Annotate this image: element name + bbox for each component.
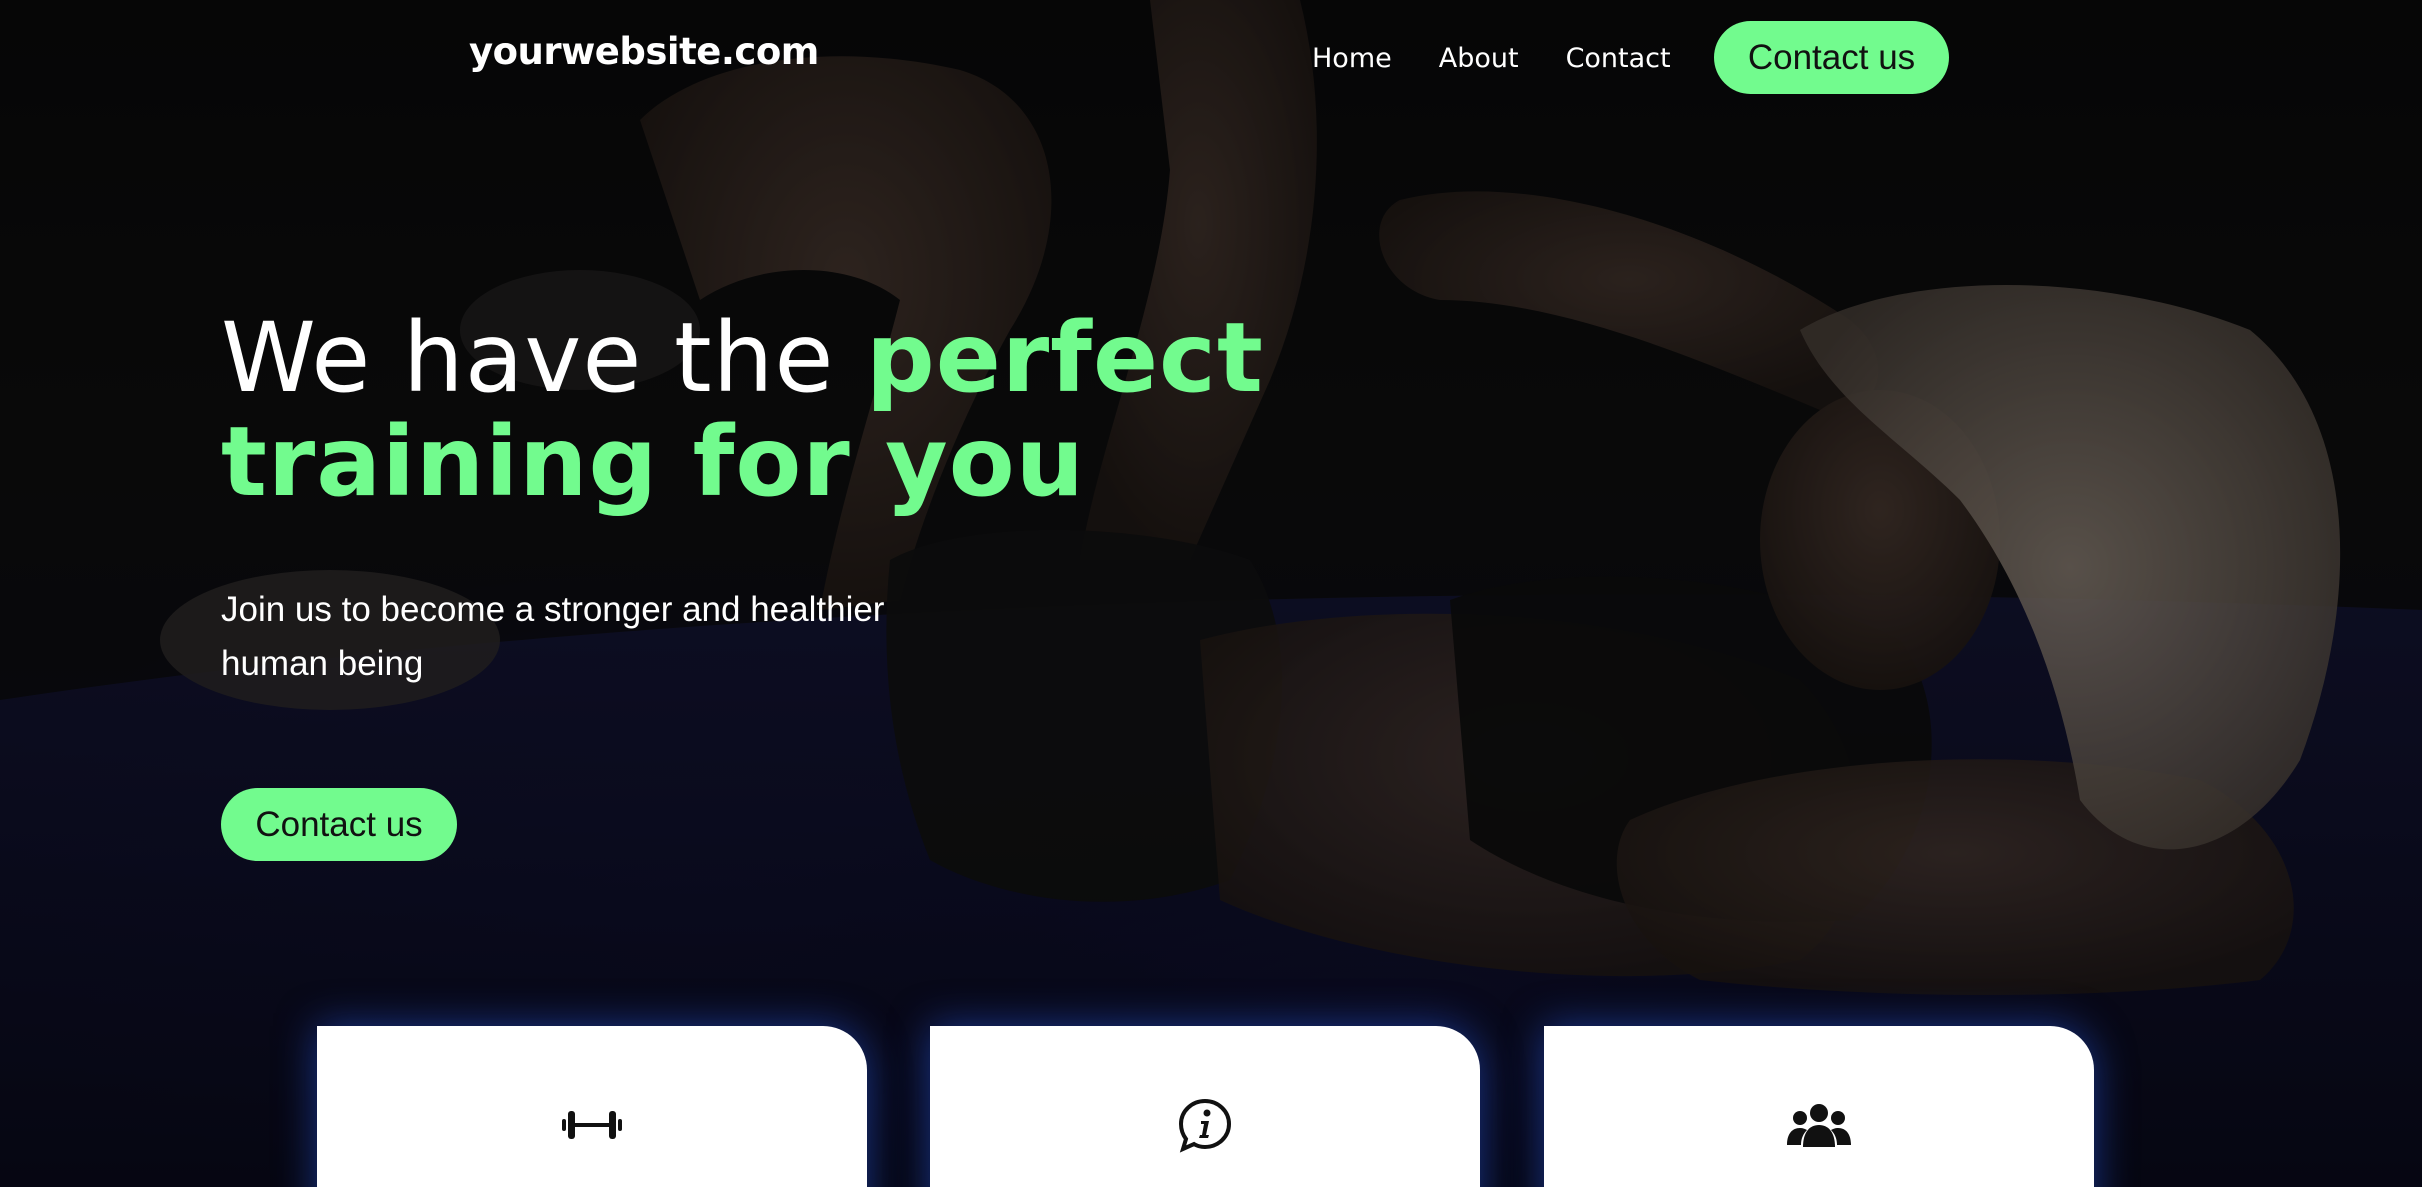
info-chat-icon [1173, 1096, 1237, 1154]
nav-link-home[interactable]: Home [1312, 42, 1392, 76]
headline-green-text-training: training for you [221, 406, 1086, 518]
feature-card-training[interactable] [317, 1026, 867, 1187]
nav-link-contact[interactable]: Contact [1566, 42, 1671, 76]
hero-section: yourwebsite.com Home About Contact Conta… [0, 0, 2422, 1187]
headline-green-text-perfect: perfect [866, 302, 1264, 414]
nav-contact-us-button[interactable]: Contact us [1714, 21, 1949, 94]
feature-card-community[interactable] [1544, 1026, 2094, 1187]
main-nav: Home About Contact [1312, 42, 1718, 76]
headline-white-text: We have the [221, 302, 866, 414]
nav-link-about[interactable]: About [1439, 42, 1519, 76]
hero-contact-us-button[interactable]: Contact us [221, 788, 457, 861]
hero-headline: We have the perfect training for you [221, 306, 1264, 514]
users-group-icon [1787, 1096, 1851, 1154]
site-logo[interactable]: yourwebsite.com [469, 30, 819, 73]
hero-subtext: Join us to become a stronger and healthi… [221, 590, 885, 683]
dumbbell-icon [560, 1096, 624, 1154]
top-navigation-bar: yourwebsite.com Home About Contact Conta… [0, 0, 2422, 110]
feature-card-info[interactable] [930, 1026, 1480, 1187]
